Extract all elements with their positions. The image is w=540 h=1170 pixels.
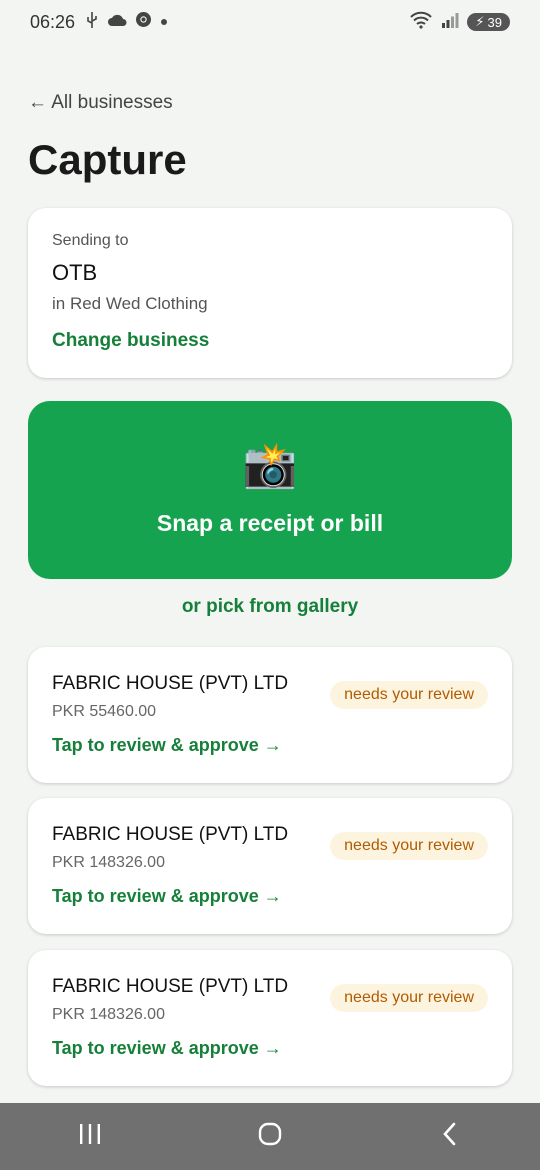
charging-icon: ⚡ [475,14,485,29]
receipt-vendor: FABRIC HOUSE (PVT) LTD [52,824,289,845]
snap-receipt-button[interactable]: 📸 Snap a receipt or bill [28,401,512,579]
camera-flash-icon: 📸 [242,440,298,490]
page-title: Capture [28,136,187,183]
receipt-header: FABRIC HOUSE (PVT) LTD PKR 148326.00 nee… [52,824,488,872]
receipt-card[interactable]: FABRIC HOUSE (PVT) LTD PKR 148326.00 nee… [28,950,512,1086]
business-group: in Red Wed Clothing [52,294,208,313]
receipt-card[interactable]: FABRIC HOUSE (PVT) LTD PKR 55460.00 need… [28,647,512,783]
home-icon [257,1121,283,1152]
snap-receipt-label: Snap a receipt or bill [156,509,384,536]
status-badge: needs your review [330,681,488,709]
battery-level: 39 [487,14,502,30]
usb-icon [85,11,99,33]
cloud-icon [107,13,127,32]
recent-apps-button[interactable] [50,1112,130,1162]
battery-icon: ⚡ 39 [467,13,510,31]
review-approve-link[interactable]: Tap to review & approve → [52,1038,488,1059]
home-button[interactable] [230,1112,310,1162]
chrome-icon [135,11,152,33]
receipt-header: FABRIC HOUSE (PVT) LTD PKR 55460.00 need… [52,673,488,721]
back-to-all-businesses-link[interactable]: ← All businesses [28,92,173,114]
back-button[interactable] [410,1112,490,1162]
review-approve-link[interactable]: Tap to review & approve → [52,735,488,756]
review-approve-link[interactable]: Tap to review & approve → [52,886,488,907]
receipt-card[interactable]: FABRIC HOUSE (PVT) LTD PKR 148326.00 nee… [28,798,512,934]
receipt-vendor: FABRIC HOUSE (PVT) LTD [52,673,289,694]
receipt-info: FABRIC HOUSE (PVT) LTD PKR 148326.00 [52,976,288,1024]
receipt-amount: PKR 148326.00 [52,854,165,871]
signal-icon [441,12,459,33]
sending-to-label: Sending to [52,232,129,249]
back-chevron-icon [439,1121,461,1152]
receipt-amount: PKR 148326.00 [52,1006,165,1023]
receipt-amount: PKR 55460.00 [52,703,157,720]
status-right: ⚡ 39 [409,11,510,34]
business-name: OTB [52,260,98,285]
recent-apps-icon [77,1122,103,1151]
receipt-vendor: FABRIC HOUSE (PVT) LTD [52,976,289,997]
receipt-info: FABRIC HOUSE (PVT) LTD PKR 55460.00 [52,673,288,721]
back-link-label: ← All businesses [28,92,173,113]
status-bar: 06:26 ⚡ 39 [0,0,540,44]
receipt-header: FABRIC HOUSE (PVT) LTD PKR 148326.00 nee… [52,976,488,1024]
status-left: 06:26 [30,11,168,33]
status-notification-icons [85,11,168,33]
dot-icon [160,13,168,31]
pick-from-gallery-link[interactable]: or pick from gallery [0,596,540,618]
system-navigation-bar [0,1103,540,1170]
receipt-info: FABRIC HOUSE (PVT) LTD PKR 148326.00 [52,824,288,872]
wifi-icon [409,11,433,34]
sending-to-card: Sending to OTB in Red Wed Clothing Chang… [28,208,512,378]
status-badge: needs your review [330,984,488,1012]
status-time: 06:26 [30,11,76,32]
status-badge: needs your review [330,832,488,860]
change-business-link[interactable]: Change business [52,330,488,352]
